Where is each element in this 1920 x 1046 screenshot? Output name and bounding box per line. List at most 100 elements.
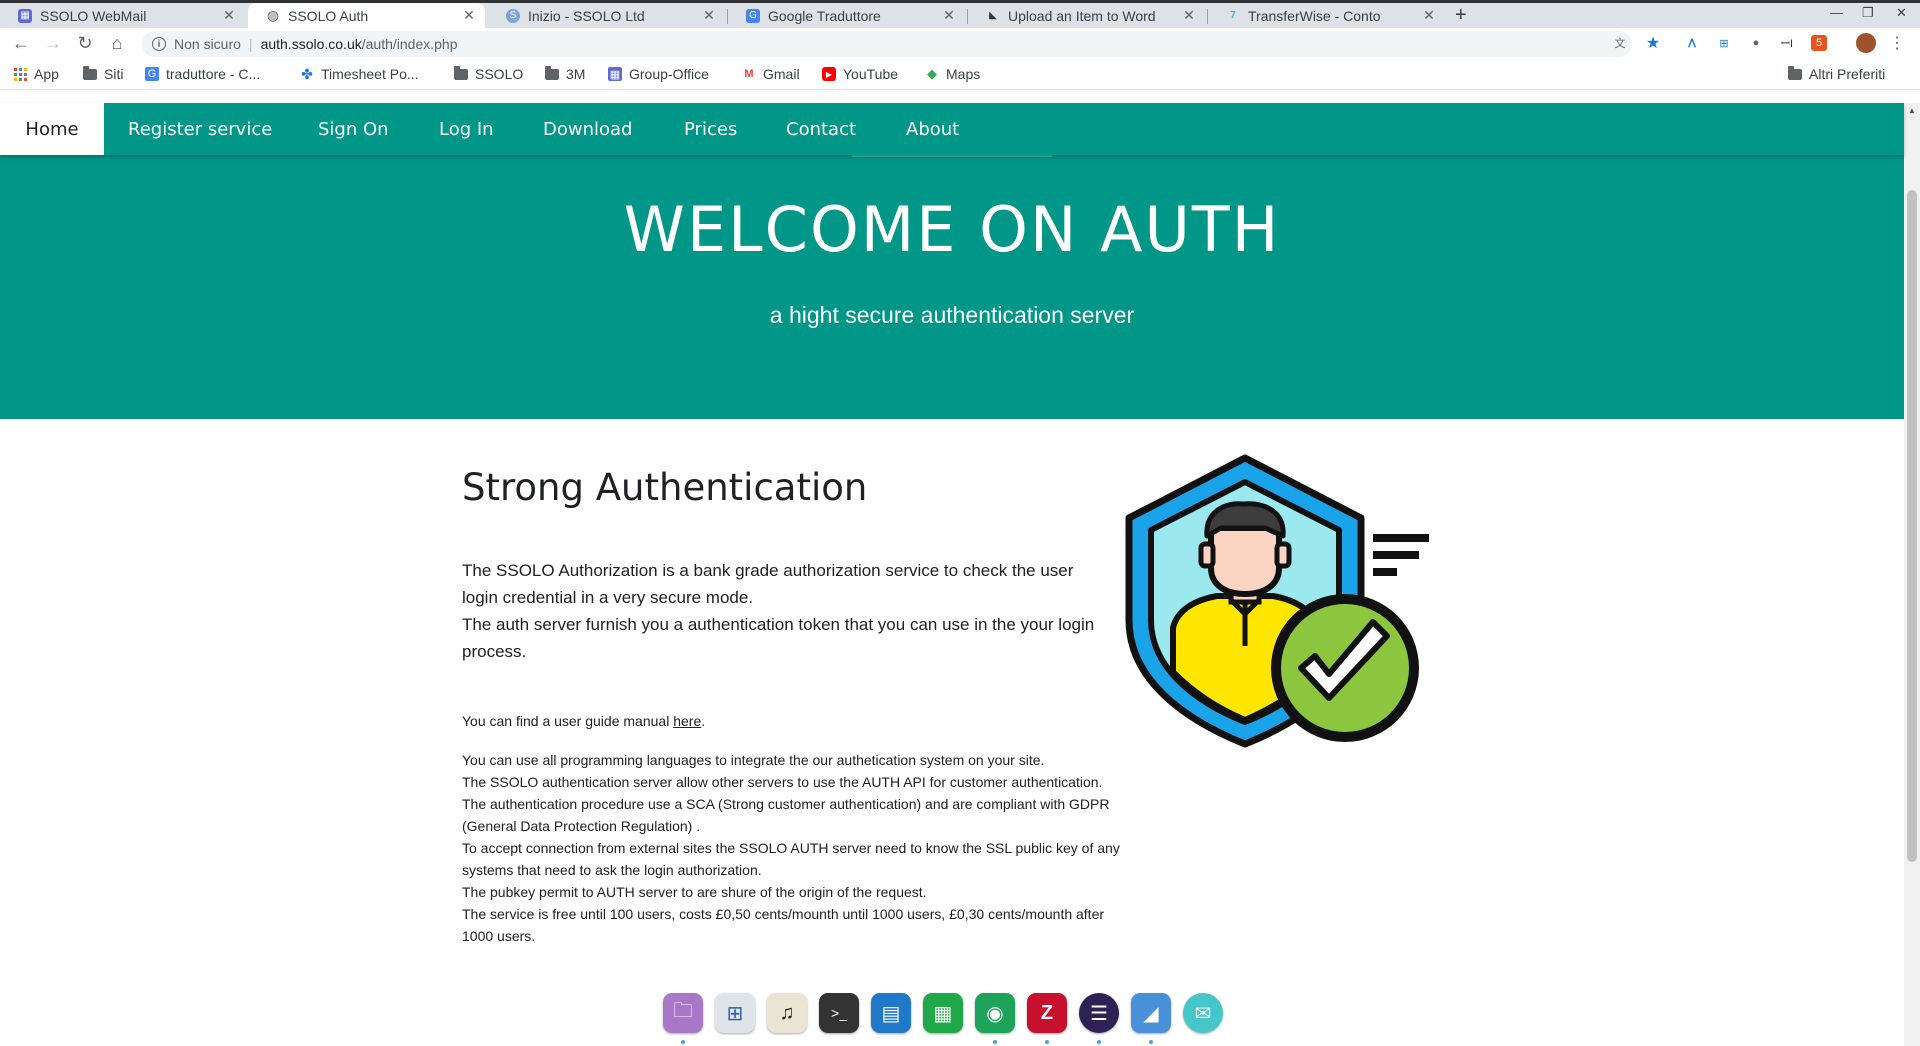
nav-sign-on[interactable]: Sign On bbox=[318, 103, 389, 155]
nav-contact[interactable]: Contact bbox=[786, 103, 856, 155]
home-icon[interactable]: ⌂ bbox=[106, 33, 128, 54]
tab-inizio-ssolo[interactable]: S Inizio - SSOLO Ltd ✕ bbox=[488, 3, 725, 28]
guide-suffix: . bbox=[701, 713, 706, 729]
extension-text-icon[interactable]: ꟷI bbox=[1779, 35, 1795, 51]
user-guide-link[interactable]: here bbox=[673, 713, 701, 729]
window-close-icon[interactable]: ✕ bbox=[1896, 5, 1907, 21]
minimize-icon[interactable]: — bbox=[1830, 5, 1843, 20]
translate-icon: G bbox=[145, 67, 159, 81]
windows-extension-icon[interactable]: ⊞ bbox=[1716, 35, 1732, 51]
folder-icon bbox=[545, 65, 559, 81]
bookmark-3m[interactable]: 3M bbox=[545, 65, 585, 82]
bookmark-timesheet[interactable]: ✤ Timesheet Po... bbox=[300, 66, 418, 83]
translate-page-icon[interactable]: 文 bbox=[1612, 35, 1628, 51]
tab-upload-item[interactable]: ◣ Upload an Item to Word ✕ bbox=[968, 3, 1205, 28]
intro-text: The SSOLO Authorization is a bank grade … bbox=[462, 557, 1102, 665]
music-icon[interactable]: ♫ bbox=[767, 993, 807, 1033]
tab-title: Inizio - SSOLO Ltd bbox=[528, 7, 645, 24]
html5-extension-icon[interactable]: 5 bbox=[1811, 35, 1827, 51]
chrome-icon[interactable]: ◉ bbox=[975, 993, 1015, 1033]
music-glyph: ♫ bbox=[779, 1001, 795, 1024]
details-paragraph: The authentication procedure use a SCA (… bbox=[462, 796, 1110, 834]
close-icon[interactable]: ✕ bbox=[461, 7, 477, 24]
tab-title: SSOLO Auth bbox=[288, 7, 369, 24]
tab-ssolo-webmail[interactable]: ▦ SSOLO WebMail ✕ bbox=[0, 3, 245, 28]
globe-icon: ◍ bbox=[266, 7, 280, 23]
scrollbar-thumb[interactable] bbox=[1907, 190, 1917, 862]
files-glyph: 🗀 bbox=[673, 1000, 693, 1022]
address-path: /auth/index.php bbox=[361, 36, 458, 52]
details-paragraph: The service is free until 100 users, cos… bbox=[462, 906, 1105, 944]
bookmark-app[interactable]: App bbox=[13, 66, 59, 82]
nav-label: Home bbox=[25, 118, 79, 140]
address-divider: | bbox=[248, 36, 253, 52]
close-icon[interactable]: ✕ bbox=[221, 7, 237, 24]
extension-a-icon[interactable]: ᐱ bbox=[1684, 35, 1700, 51]
menu-kebab-icon[interactable]: ⋮ bbox=[1886, 33, 1908, 53]
rss-icon[interactable]: ◢ bbox=[1131, 993, 1171, 1033]
launcher-icon[interactable]: ⊞ bbox=[715, 993, 755, 1033]
bookmark-maps[interactable]: ◆ Maps bbox=[925, 66, 980, 82]
transferwise-icon: 7 bbox=[1230, 10, 1236, 21]
nav-about[interactable]: About bbox=[906, 103, 959, 155]
reload-icon[interactable]: ↻ bbox=[74, 33, 96, 54]
hero-subtitle: a hight secure authentication server bbox=[769, 302, 1135, 328]
new-tab-button[interactable]: + bbox=[1455, 4, 1467, 27]
terminal-icon[interactable]: >_ bbox=[819, 993, 859, 1033]
bookmark-group-office[interactable]: ▦ Group-Office bbox=[608, 66, 709, 82]
section-title: Strong Authentication bbox=[462, 466, 868, 509]
tab-title: SSOLO WebMail bbox=[40, 7, 147, 24]
profile-avatar-icon[interactable] bbox=[1856, 33, 1876, 53]
bookmark-label: Group-Office bbox=[629, 66, 709, 82]
nav-prices[interactable]: Prices bbox=[684, 103, 737, 155]
bookmark-label: Altri Preferiti bbox=[1809, 66, 1886, 82]
details-text: You can use all programming languages to… bbox=[462, 749, 1122, 947]
running-indicator bbox=[993, 1040, 997, 1044]
mail-icon[interactable]: ✉ bbox=[1183, 993, 1223, 1033]
close-icon[interactable]: ✕ bbox=[701, 7, 717, 24]
filezilla-icon[interactable]: Z bbox=[1027, 993, 1067, 1033]
extension-circle-icon[interactable]: ● bbox=[1748, 35, 1764, 51]
bookmark-star-icon[interactable]: ★ bbox=[1645, 35, 1661, 52]
nav-label: About bbox=[906, 118, 960, 140]
bookmark-siti[interactable]: Siti bbox=[83, 65, 124, 82]
bookmark-label: Siti bbox=[104, 66, 124, 82]
security-label[interactable]: Non sicuro bbox=[174, 36, 241, 52]
intro-paragraph: The auth server furnish you a authentica… bbox=[462, 615, 1095, 661]
bookmark-ssolo[interactable]: SSOLO bbox=[454, 65, 524, 82]
info-icon[interactable]: i bbox=[152, 37, 166, 51]
site-navbar: Home Register service Sign On Log In Dow… bbox=[0, 103, 1904, 155]
forward-icon[interactable]: → bbox=[42, 33, 64, 54]
nav-home[interactable]: Home bbox=[0, 103, 104, 155]
calc-icon[interactable]: ▦ bbox=[923, 993, 963, 1033]
restore-icon[interactable]: ❐ bbox=[1862, 5, 1874, 21]
tab-google-traduttore[interactable]: G Google Traduttore ✕ bbox=[728, 3, 965, 28]
guide-prefix: You can find a user guide manual bbox=[462, 713, 674, 729]
nav-log-in[interactable]: Log In bbox=[439, 103, 494, 155]
bookmark-youtube[interactable]: ▶ YouTube bbox=[822, 66, 898, 82]
bookmark-label: YouTube bbox=[843, 66, 899, 82]
nav-register-service[interactable]: Register service bbox=[128, 103, 272, 155]
address-bar[interactable]: i Non sicuro | auth.ssolo.co.uk/auth/ind… bbox=[142, 31, 1632, 57]
bookmark-other-folder[interactable]: Altri Preferiti bbox=[1788, 65, 1886, 82]
tab-ssolo-auth[interactable]: ◍ SSOLO Auth ✕ bbox=[248, 3, 485, 28]
bookmark-label: SSOLO bbox=[475, 66, 524, 82]
files-icon[interactable]: 🗀 bbox=[663, 993, 703, 1033]
nav-label: Register service bbox=[128, 118, 273, 140]
back-icon[interactable]: ← bbox=[10, 33, 32, 54]
rss-glyph: ◢ bbox=[1143, 1002, 1159, 1025]
nav-label: Prices bbox=[684, 118, 738, 140]
close-icon[interactable]: ✕ bbox=[941, 7, 957, 24]
writer-icon[interactable]: ▤ bbox=[871, 993, 911, 1033]
tab-transferwise[interactable]: 7 TransferWise - Conto ✕ bbox=[1208, 3, 1445, 28]
intro-paragraph: The SSOLO Authorization is a bank grade … bbox=[462, 561, 1074, 607]
bookmark-traduttore[interactable]: G traduttore - C... bbox=[145, 66, 260, 82]
nav-download[interactable]: Download bbox=[543, 103, 632, 155]
scroll-up-icon[interactable]: ▲ bbox=[1908, 106, 1916, 115]
bookmark-gmail[interactable]: M Gmail bbox=[742, 66, 799, 82]
folder-icon bbox=[83, 65, 97, 81]
close-icon[interactable]: ✕ bbox=[1181, 7, 1197, 24]
eclipse-icon[interactable]: ☰ bbox=[1079, 993, 1119, 1033]
close-icon[interactable]: ✕ bbox=[1421, 7, 1437, 24]
details-paragraph: The SSOLO authentication server allow ot… bbox=[462, 774, 1103, 790]
